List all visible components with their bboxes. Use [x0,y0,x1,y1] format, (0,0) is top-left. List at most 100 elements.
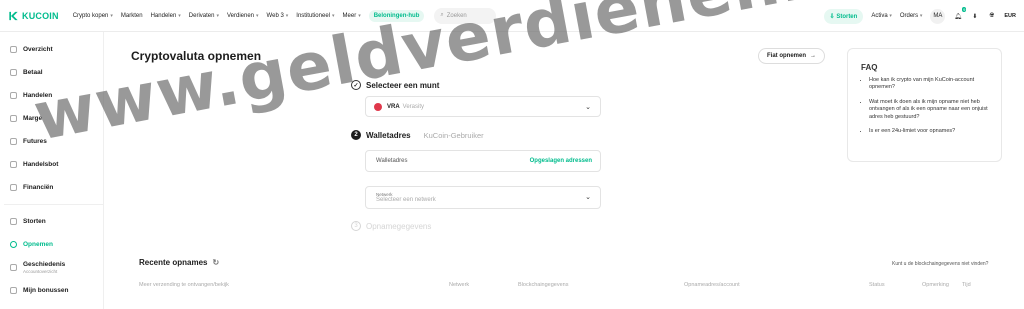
notification-badge: 9 [962,6,967,12]
search-placeholder: Zoeken [446,12,467,19]
pay-icon [10,69,17,76]
top-navbar: KUCOIN Crypto kopen ▾ Markten Handelen ▾ D… [0,0,1024,32]
assets-menu[interactable]: Activa ▾ [871,13,892,19]
column-header-time: Tijd [962,282,971,288]
rewards-hub-button[interactable]: Beloningen-hub [368,9,425,22]
sidebar-item-betaal[interactable]: Betaal [0,61,103,84]
sidebar-item-geschiedenis[interactable]: Geschiedenis Accountoverzicht [0,256,103,279]
tab-kucoin-user[interactable]: KuCoin-Gebruiker [424,131,484,140]
sidebar-item-storten[interactable]: Storten [0,210,103,233]
bell-icon[interactable]: 🔔︎ 9 [953,6,967,21]
recent-title-text: Recente opnames [139,258,208,267]
network-select[interactable]: Netwerk Selecteer een netwerk ⌄ [365,186,601,209]
sidebar-item-bonussen[interactable]: Mijn bonussen [0,279,103,302]
chevron-down-icon: ▾ [285,12,289,19]
arrow-right-icon: → [810,53,817,59]
nav-label: Verdienen [227,12,255,19]
sidebar-item-overzicht[interactable]: Overzicht [0,38,103,61]
sidebar: Overzicht Betaal Handelen Marge Futures … [0,32,104,309]
column-header-network: Netwerk [449,282,470,288]
faq-item[interactable]: Is er een 24u-limiet voor opnames? [869,128,991,135]
coin-name: Verasity [402,103,425,110]
bonus-icon [10,287,17,294]
sidebar-item-handelen[interactable]: Handelen [0,84,103,107]
faq-item[interactable]: Hoe kan ik crypto van mijn KuCoin-accoun… [869,77,991,92]
history-icon [10,264,17,271]
fiat-withdraw-label: Fiat opnemen [767,53,807,59]
main-content: Cryptovaluta opnemen Fiat opnemen → ✓ Sel… [104,32,1024,309]
sidebar-item-label: Opnemen [23,241,53,248]
column-header-address: Opnameadres/account [684,282,740,288]
chevron-down-icon: ▾ [332,12,335,19]
step-wallet-address: 2 Walletadres KuCoin-Gebruiker [351,130,484,140]
wallet-address-input[interactable]: Walletadres Opgeslagen adressen [365,150,601,172]
step-withdraw-details: 3 Opnamegegevens [351,221,431,231]
nav-handelen[interactable]: Handelen ▾ [151,13,181,19]
sidebar-item-handelsbot[interactable]: Handelsbot [0,153,103,176]
column-header-remark: Opmerking [922,282,949,288]
column-header-blockchain: Blockchaingegevens [518,282,569,288]
sidebar-item-sublabel: Accountoverzicht [23,269,58,274]
search-icon: ⌕ [440,12,444,18]
coin-select[interactable]: VRA Verasity ⌄ [365,96,601,117]
kucoin-logo[interactable]: KUCOIN [8,11,59,21]
orders-label: Orders [899,13,919,19]
avatar[interactable]: MA [930,8,946,24]
chevron-down-icon: ▾ [110,12,113,19]
nav-web3[interactable]: Web 3 ▾ [267,13,289,19]
chevron-down-icon: ⌄ [585,194,591,201]
chevron-down-icon: ▾ [178,12,181,19]
recent-withdrawals-title: Recente opnames ↻ [139,258,219,267]
faq-title: FAQ [861,63,878,72]
fiat-withdraw-button[interactable]: Fiat opnemen → [758,48,826,64]
chevron-down-icon: ▾ [216,12,219,19]
step-select-coin: ✓ Selecteer een munt [351,80,439,90]
download-icon[interactable]: ⬇︎ [970,12,979,21]
check-icon: ✓ [351,80,361,90]
search-input[interactable]: ⌕ Zoeken [434,7,497,24]
nav-verdienen[interactable]: Verdienen ▾ [227,13,259,19]
refresh-icon[interactable]: ↻ [212,258,219,267]
sidebar-item-marge[interactable]: Marge [0,107,103,130]
globe-icon[interactable]: 🌐︎ [987,12,996,21]
sidebar-item-label: Handelen [23,92,53,99]
sidebar-item-label: Geschiedenis [23,261,66,268]
nav-label: Derivaten [188,12,215,19]
deposit-button[interactable]: ⇩ Storten [823,8,864,24]
nav-derivaten[interactable]: Derivaten ▾ [189,13,219,19]
chevron-down-icon: ▾ [256,12,259,19]
step-number: 2 [351,130,361,140]
faq-item[interactable]: Wat moet ik doen als ik mijn opname niet… [869,99,991,121]
orders-menu[interactable]: Orders ▾ [900,13,923,19]
nav-meer[interactable]: Meer ▾ [343,13,361,19]
nav-label: Web 3 [266,12,284,19]
saved-addresses-link[interactable]: Opgeslagen adressen [530,158,592,164]
currency-selector[interactable]: EUR [1004,13,1016,19]
chevron-down-icon: ▾ [889,13,892,19]
sidebar-divider [4,204,103,205]
chevron-down-icon: ▾ [919,13,923,19]
nav-label: Meer [342,12,357,19]
chevron-down-icon: ▾ [358,12,361,19]
nav-label: Institutioneel [296,12,330,19]
sidebar-item-label: Financiën [23,184,54,191]
nav-institutioneel[interactable]: Institutioneel ▾ [296,13,334,19]
blockchain-info-link[interactable]: Kunt u de blockchaingegevens niet vinden… [892,261,988,267]
sidebar-item-label: Marge [23,115,43,122]
nav-markten[interactable]: Markten [121,13,143,19]
sidebar-item-futures[interactable]: Futures [0,130,103,153]
filter-hint: Meer verzending te ontvangen/bekijk [139,282,229,288]
sidebar-item-label: Overzicht [23,46,53,53]
nav-label: Crypto kopen [72,12,109,19]
trade-icon [10,92,17,99]
sidebar-item-opnemen[interactable]: Opnemen [0,233,103,256]
sidebar-item-label: Betaal [23,69,43,76]
tab-wallet-address[interactable]: Walletadres [366,131,411,140]
withdraw-icon [10,241,17,248]
nav-crypto-kopen[interactable]: Crypto kopen ▾ [73,13,113,19]
sidebar-item-financien[interactable]: Financiën [0,176,103,199]
verasity-coin-icon [374,102,382,111]
overview-icon [10,46,17,53]
step-title: Opnamegegevens [366,221,432,231]
page-title: Cryptovaluta opnemen [131,49,262,63]
